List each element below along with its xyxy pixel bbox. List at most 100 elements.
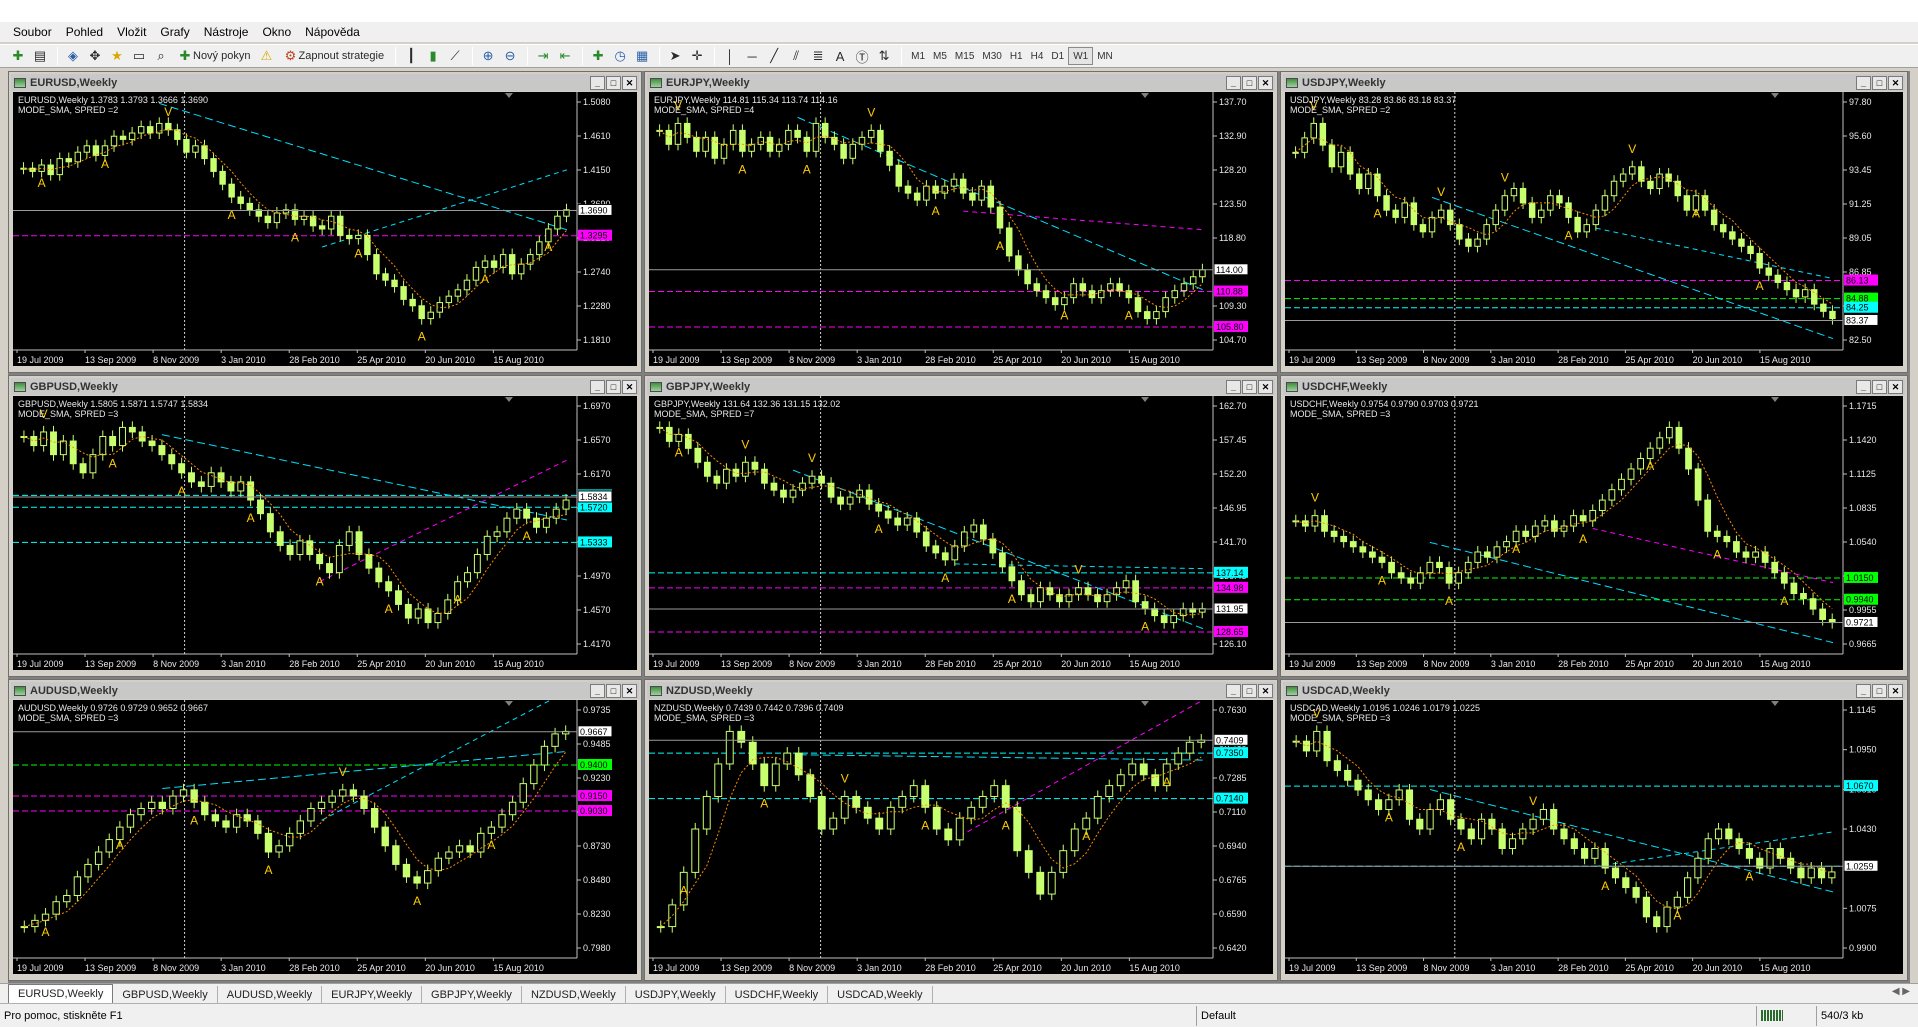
chart-title-bar[interactable]: USDJPY,Weekly _ □ ✕ (1283, 74, 1905, 91)
trendline-button[interactable]: ╱ (764, 46, 784, 66)
chart-title-bar[interactable]: EURJPY,Weekly _ □ ✕ (647, 74, 1275, 91)
menu-soubor[interactable]: Soubor (6, 23, 59, 41)
arrows-button[interactable]: ⇅ (874, 46, 894, 66)
chart-plot-area[interactable]: AAVAAAA0.76300.74600.72850.71100.69400.6… (649, 700, 1273, 974)
terminal-button[interactable]: ▭ (129, 46, 149, 66)
tab-nzdusd[interactable]: NZDUSD,Weekly (522, 986, 626, 1003)
chart-plot-area[interactable]: AAVAAAAAA1.50801.46101.41501.36901.32101… (13, 92, 637, 366)
maximize-icon[interactable]: □ (1242, 380, 1257, 394)
close-icon[interactable]: ✕ (1258, 380, 1273, 394)
timeframe-m30[interactable]: M30 (978, 47, 1005, 65)
chart-window-gbpjpy[interactable]: GBPJPY,Weekly _ □ ✕ A V V A A A V A 162.70 157.45 152.… (644, 375, 1278, 677)
chart-title-bar[interactable]: USDCHF,Weekly _ □ ✕ (1283, 378, 1905, 395)
maximize-icon[interactable]: □ (1872, 684, 1887, 698)
chart-plot-area[interactable]: A V V A A A V A 162.70 157.45 152.20 146.95 141.70 13… (649, 396, 1273, 670)
minimize-icon[interactable]: _ (1226, 684, 1241, 698)
tester-button[interactable]: ⌕ (151, 46, 171, 66)
new-order-button[interactable]: ✚ Nový pokyn (173, 46, 254, 66)
chart-plot-area[interactable]: VAAVAAAA137.70132.90128.20123.50118.8011… (649, 92, 1273, 366)
auto-scroll-button[interactable]: ⇥ (533, 46, 553, 66)
minimize-icon[interactable]: _ (590, 380, 605, 394)
tab-usdcad[interactable]: USDCAD,Weekly (828, 986, 933, 1003)
menu-okno[interactable]: Okno (255, 23, 298, 41)
timeframe-h1[interactable]: H1 (1006, 47, 1027, 65)
chart-window-gbpusd[interactable]: GBPUSD,Weekly _ □ ✕ V A A A A A A A 1.6970 1.6570 1.61… (8, 375, 642, 677)
minimize-icon[interactable]: _ (1226, 76, 1241, 90)
close-icon[interactable]: ✕ (1888, 380, 1903, 394)
chart-title-bar[interactable]: GBPJPY,Weekly _ □ ✕ (647, 378, 1275, 395)
chart-plot-area[interactable]: AAAAVAA0.97350.94850.92300.89800.87300.8… (13, 700, 637, 974)
timeframe-mn[interactable]: MN (1093, 47, 1117, 65)
menu-grafy[interactable]: Grafy (153, 23, 196, 41)
menu-vlozit[interactable]: Vložit (110, 23, 153, 41)
tab-gbpjpy[interactable]: GBPJPY,Weekly (422, 986, 522, 1003)
chart-title-bar[interactable]: NZDUSD,Weekly _ □ ✕ (647, 682, 1275, 699)
chart-title-bar[interactable]: USDCAD,Weekly _ □ ✕ (1283, 682, 1905, 699)
close-icon[interactable]: ✕ (622, 76, 637, 90)
maximize-icon[interactable]: □ (606, 684, 621, 698)
menu-nastroje[interactable]: Nástroje (197, 23, 256, 41)
indicators-button[interactable]: ✚ (588, 46, 608, 66)
maximize-icon[interactable]: □ (1242, 76, 1257, 90)
tab-scroll-arrows[interactable]: ◀ ▶ (1892, 986, 1910, 997)
bar-chart-button[interactable]: ┃ (401, 46, 421, 66)
tab-usdchf[interactable]: USDCHF,Weekly (726, 986, 829, 1003)
chart-title-bar[interactable]: EURUSD,Weekly _ □ ✕ (11, 74, 639, 91)
maximize-icon[interactable]: □ (1872, 76, 1887, 90)
profiles-button[interactable]: ▤ (30, 46, 50, 66)
text-label-button[interactable]: Ⓣ (852, 46, 872, 66)
chart-shift-button[interactable]: ⇤ (555, 46, 575, 66)
market-watch-button[interactable]: ◈ (63, 46, 83, 66)
meta-editor-button[interactable]: ⚠ (256, 46, 276, 66)
vertical-line-button[interactable]: │ (720, 46, 740, 66)
chart-window-usdjpy[interactable]: USDJPY,Weekly _ □ ✕ V A V V A V A A 97.80 95.60 93.45 9… (1280, 71, 1908, 373)
chart-window-nzdusd[interactable]: NZDUSD,Weekly_□✕AAVAAAA0.76300.74600.728… (644, 679, 1278, 981)
tab-eurjpy[interactable]: EURJPY,Weekly (322, 986, 423, 1003)
line-chart-button[interactable]: ⟋ (445, 46, 465, 66)
navigator-button[interactable]: ★ (107, 46, 127, 66)
tab-eurusd[interactable]: EURUSD,Weekly (8, 984, 114, 1003)
chart-title-bar[interactable]: GBPUSD,Weekly _ □ ✕ (11, 378, 639, 395)
maximize-icon[interactable]: □ (1242, 684, 1257, 698)
chart-plot-area[interactable]: VAAAAAAA1.69701.65701.61701.57701.53701.… (13, 396, 637, 670)
minimize-icon[interactable]: _ (1226, 380, 1241, 394)
close-icon[interactable]: ✕ (1888, 684, 1903, 698)
maximize-icon[interactable]: □ (606, 76, 621, 90)
timeframe-m15[interactable]: M15 (951, 47, 978, 65)
timeframe-d1[interactable]: D1 (1047, 47, 1068, 65)
close-icon[interactable]: ✕ (622, 380, 637, 394)
new-chart-button[interactable]: ✚ (8, 46, 28, 66)
close-icon[interactable]: ✕ (1888, 76, 1903, 90)
chart-plot-area[interactable]: VAAVAAA1.11451.09501.06101.04301.02501.0… (1285, 700, 1903, 974)
chart-window-eurusd[interactable]: EURUSD,Weekly _ □ ✕ A A V A A A A A A 1.5080 1.4610 1.4… (8, 71, 642, 373)
minimize-icon[interactable]: _ (590, 684, 605, 698)
tab-gbpusd[interactable]: GBPUSD,Weekly (113, 986, 218, 1003)
text-button[interactable]: A (830, 46, 850, 66)
minimize-icon[interactable]: _ (590, 76, 605, 90)
timeframe-h4[interactable]: H4 (1027, 47, 1048, 65)
timeframe-m5[interactable]: M5 (929, 47, 951, 65)
templates-button[interactable]: ▦ (632, 46, 652, 66)
maximize-icon[interactable]: □ (1872, 380, 1887, 394)
menu-napoveda[interactable]: Nápověda (298, 23, 367, 41)
chart-window-audusd[interactable]: AUDUSD,Weekly _ □ ✕ A A A A V A A 0.9735 0.9485 0.923… (8, 679, 642, 981)
zoom-in-button[interactable]: ⊕ (478, 46, 498, 66)
chart-window-usdchf[interactable]: USDCHF,Weekly _ □ ✕ V A A A A A A A 1.1715 1.1420 1.11… (1280, 375, 1908, 677)
chart-plot-area[interactable]: V A A A A A A A 1.1715 1.1420 1.1125 1.0835 1.0540 1.… (1285, 396, 1903, 670)
data-window-button[interactable]: ✥ (85, 46, 105, 66)
chart-title-bar[interactable]: AUDUSD,Weekly _ □ ✕ (11, 682, 639, 699)
crosshair-button[interactable]: ✛ (687, 46, 707, 66)
horizontal-line-button[interactable]: ─ (742, 46, 762, 66)
channel-button[interactable]: ⫽ (786, 46, 806, 66)
minimize-icon[interactable]: _ (1856, 684, 1871, 698)
tab-audusd[interactable]: AUDUSD,Weekly (218, 986, 323, 1003)
minimize-icon[interactable]: _ (1856, 380, 1871, 394)
timeframe-m1[interactable]: M1 (907, 47, 929, 65)
fibonacci-button[interactable]: ≣ (808, 46, 828, 66)
close-icon[interactable]: ✕ (1258, 76, 1273, 90)
minimize-icon[interactable]: _ (1856, 76, 1871, 90)
menu-pohled[interactable]: Pohled (59, 23, 110, 41)
periods-button[interactable]: ◷ (610, 46, 630, 66)
chart-window-usdcad[interactable]: USDCAD,Weekly_□✕VAAVAAA1.11451.09501.061… (1280, 679, 1908, 981)
maximize-icon[interactable]: □ (606, 380, 621, 394)
